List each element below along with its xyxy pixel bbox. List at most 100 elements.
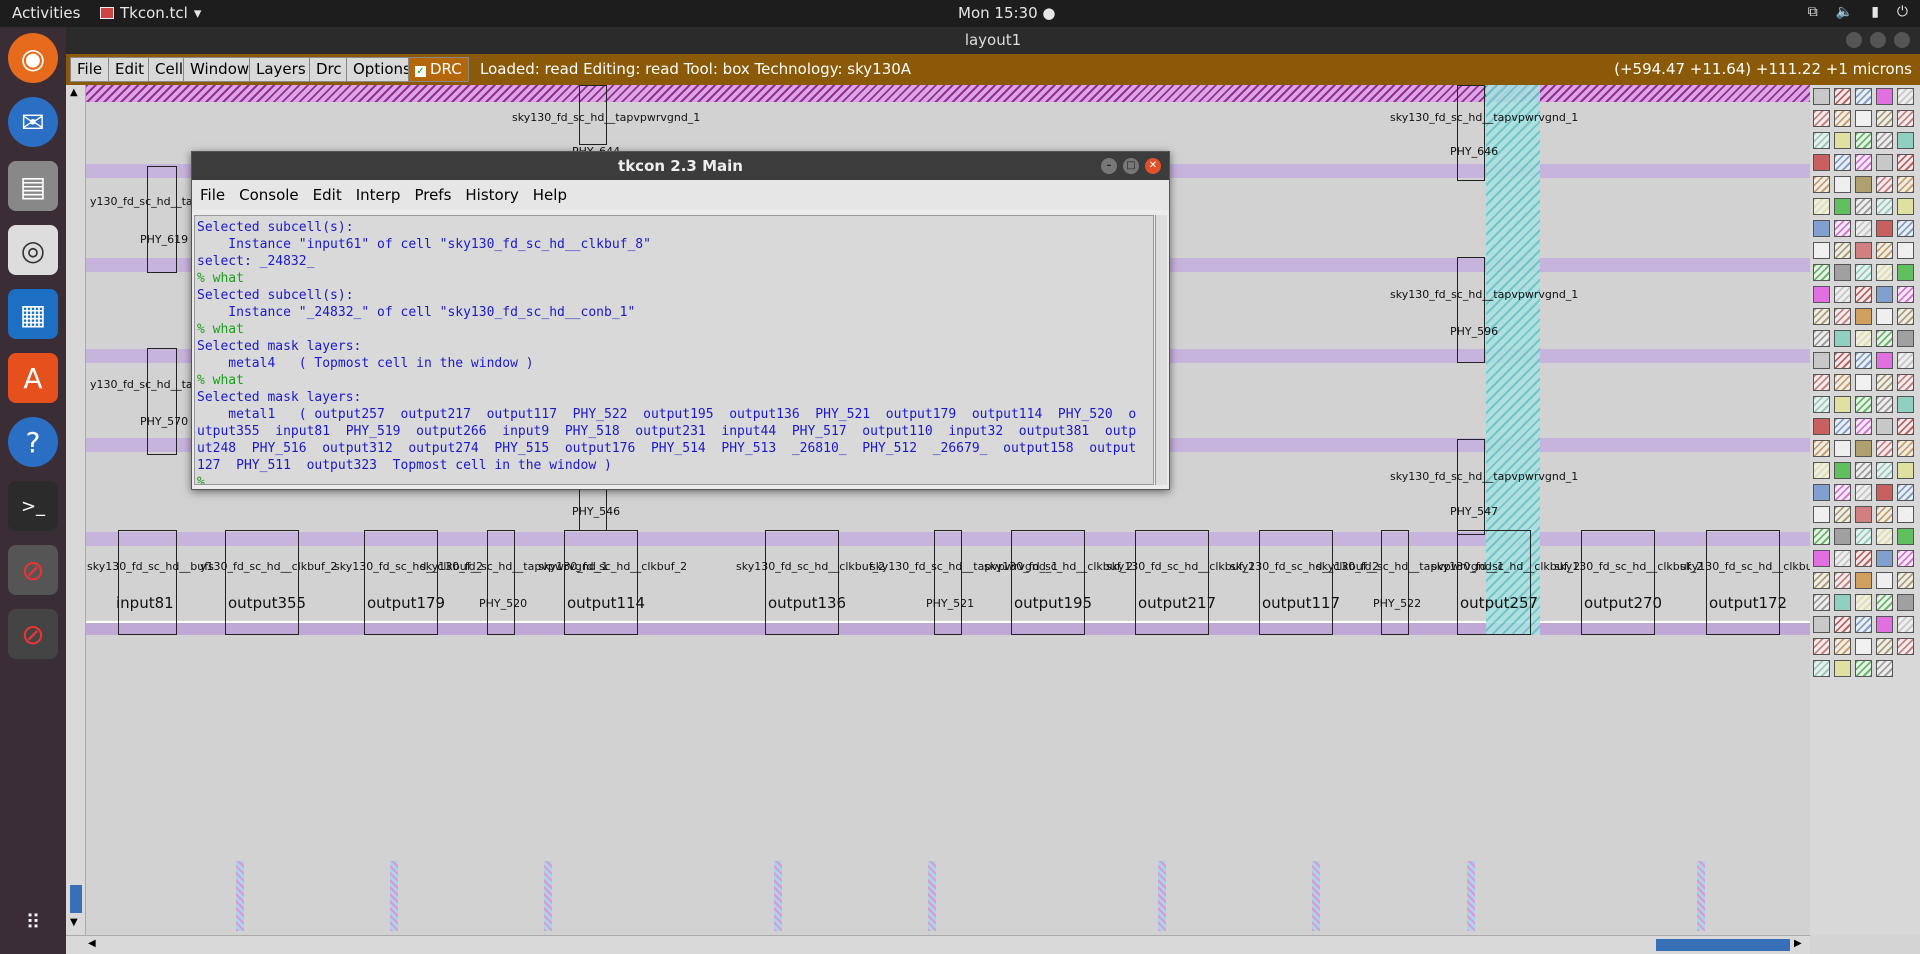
scroll-right-icon[interactable]: ▶ [1794,938,1802,949]
layer-swatch[interactable] [1834,418,1851,435]
scroll-thumb[interactable] [70,885,82,913]
layer-swatch[interactable] [1834,242,1851,259]
layer-swatch[interactable] [1897,132,1914,149]
menu-layers[interactable]: Layers [249,57,313,82]
layer-swatch[interactable] [1834,154,1851,171]
cell-instance[interactable] [1706,530,1780,635]
layer-swatch[interactable] [1876,352,1893,369]
cell-instance[interactable] [364,530,438,635]
layer-swatch[interactable] [1813,154,1830,171]
firefox-icon[interactable]: ◉ [8,33,58,83]
layer-swatch[interactable] [1834,396,1851,413]
cell-instance[interactable] [564,530,638,635]
menu-drc[interactable]: Drc [309,57,349,82]
minimize-icon[interactable]: – [1101,158,1117,174]
layer-swatch[interactable] [1834,88,1851,105]
layer-swatch[interactable] [1813,638,1830,655]
tkcon-menu-help[interactable]: Help [533,186,567,204]
layer-swatch[interactable] [1813,572,1830,589]
layer-swatch[interactable] [1813,264,1830,281]
layer-swatch[interactable] [1834,374,1851,391]
drc-toggle[interactable]: ✓ DRC [408,57,469,82]
cell-instance[interactable] [1581,530,1655,635]
tkcon-menu-console[interactable]: Console [239,186,299,204]
layer-swatch[interactable] [1855,374,1872,391]
layer-swatch[interactable] [1855,616,1872,633]
cell-instance[interactable] [1259,530,1333,635]
layer-swatch[interactable] [1897,638,1914,655]
layer-swatch[interactable] [1813,396,1830,413]
io-pin[interactable] [1467,861,1475,931]
layer-swatch[interactable] [1834,616,1851,633]
layer-swatch[interactable] [1876,506,1893,523]
cell-instance[interactable] [1135,530,1209,635]
tkcon-menu-file[interactable]: File [200,186,225,204]
layer-swatch[interactable] [1897,550,1914,567]
files-icon[interactable]: ▤ [8,161,58,211]
layer-swatch[interactable] [1855,528,1872,545]
layer-swatch[interactable] [1813,308,1830,325]
tkcon-menu-edit[interactable]: Edit [313,186,342,204]
layer-swatch[interactable] [1855,198,1872,215]
layer-swatch[interactable] [1813,220,1830,237]
layer-swatch[interactable] [1855,132,1872,149]
layer-swatch[interactable] [1834,484,1851,501]
layer-swatch[interactable] [1897,572,1914,589]
layer-swatch[interactable] [1834,638,1851,655]
cell-instance[interactable] [225,530,299,635]
layer-swatch[interactable] [1834,220,1851,237]
layer-swatch[interactable] [1855,176,1872,193]
io-pin[interactable] [544,861,552,931]
io-pin[interactable] [1697,861,1705,931]
horizontal-scrollbar[interactable]: ◀ ▶ [66,935,1810,954]
layer-swatch[interactable] [1876,286,1893,303]
layer-swatch[interactable] [1876,88,1893,105]
layer-swatch[interactable] [1813,176,1830,193]
layer-swatch[interactable] [1813,594,1830,611]
menu-edit[interactable]: Edit [108,57,152,82]
layer-swatch[interactable] [1813,506,1830,523]
layer-swatch[interactable] [1897,396,1914,413]
layer-swatch[interactable] [1813,616,1830,633]
layer-palette[interactable] [1810,85,1920,935]
io-pin[interactable] [928,861,936,931]
tkcon-menu-history[interactable]: History [465,186,518,204]
layer-swatch[interactable] [1813,440,1830,457]
tkcon-window[interactable]: tkcon 2.3 Main – □ ✕ File Console Edit I… [191,151,1170,490]
layer-swatch[interactable] [1876,550,1893,567]
minimize-icon[interactable] [1846,32,1862,48]
layer-swatch[interactable] [1855,352,1872,369]
layer-swatch[interactable] [1834,110,1851,127]
cell-instance[interactable] [1011,530,1085,635]
layer-swatch[interactable] [1834,286,1851,303]
layer-swatch[interactable] [1834,330,1851,347]
vertical-scrollbar[interactable]: ▲ ▼ [66,85,86,935]
layer-swatch[interactable] [1834,528,1851,545]
software-center-icon[interactable]: A [8,353,58,403]
layer-swatch[interactable] [1876,594,1893,611]
layer-swatch[interactable] [1813,528,1830,545]
scroll-thumb[interactable] [1656,939,1790,951]
layer-swatch[interactable] [1855,220,1872,237]
tkcon-menu-interp[interactable]: Interp [356,186,401,204]
layer-swatch[interactable] [1897,374,1914,391]
console-scrollbar[interactable] [1155,215,1167,485]
layer-swatch[interactable] [1834,550,1851,567]
rhythmbox-icon[interactable]: ◎ [8,225,58,275]
layer-swatch[interactable] [1897,198,1914,215]
cell-instance[interactable] [934,530,962,635]
layer-swatch[interactable] [1813,550,1830,567]
layer-swatch[interactable] [1813,242,1830,259]
layer-swatch[interactable] [1876,198,1893,215]
scroll-down-icon[interactable]: ▼ [70,917,78,928]
layer-swatch[interactable] [1876,572,1893,589]
layer-swatch[interactable] [1834,440,1851,457]
layer-swatch[interactable] [1876,176,1893,193]
layer-swatch[interactable] [1876,110,1893,127]
layer-swatch[interactable] [1834,352,1851,369]
menu-window[interactable]: Window [183,57,257,82]
cell-instance[interactable] [118,530,177,635]
io-pin[interactable] [774,861,782,931]
layer-swatch[interactable] [1876,616,1893,633]
layer-swatch[interactable] [1855,506,1872,523]
